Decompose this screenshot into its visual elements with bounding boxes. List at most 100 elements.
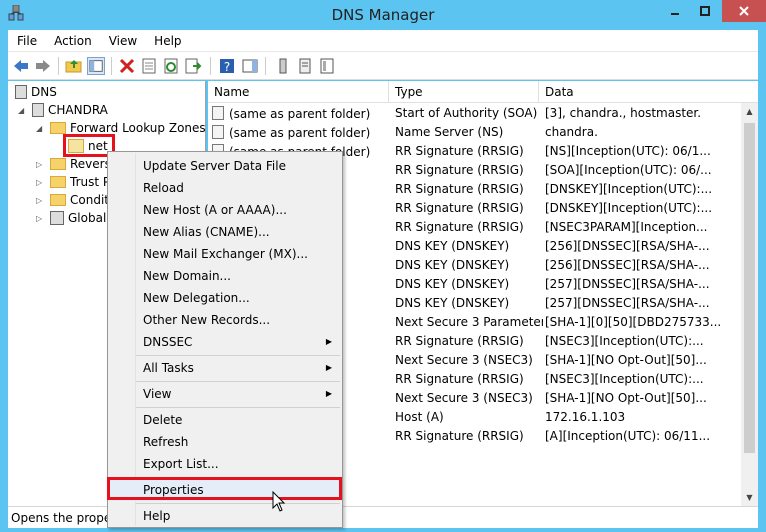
menu-item-other-new-records[interactable]: Other New Records... bbox=[109, 309, 341, 331]
table-row[interactable]: (same as parent folder) Name Server (NS) c… bbox=[208, 123, 758, 142]
record-name-cell: (same as parent folder) bbox=[212, 106, 390, 121]
record-type-cell: RR Signature (RRSIG) bbox=[395, 201, 543, 215]
menu-item-dnssec[interactable]: DNSSEC ▶ bbox=[109, 331, 341, 353]
server-icon bbox=[32, 103, 44, 117]
record-data: [257][DNSSEC][RSA/SHA-... bbox=[545, 277, 710, 291]
up-folder-icon[interactable] bbox=[65, 57, 83, 75]
record-data: [256][DNSSEC][RSA/SHA-... bbox=[545, 258, 710, 272]
tree-item-global-logs[interactable]: ▷ Global bbox=[36, 209, 106, 227]
dns-manager-window: DNS Manager File Action View Help ? DNS … bbox=[0, 0, 766, 532]
status-text: Opens the propert bbox=[11, 511, 121, 525]
tree-label-conditional: Condit bbox=[70, 193, 109, 207]
expand-arrow-icon[interactable]: ▷ bbox=[36, 214, 46, 223]
record-type: RR Signature (RRSIG) bbox=[395, 163, 524, 177]
menu-item-all-tasks[interactable]: All Tasks ▶ bbox=[109, 357, 341, 379]
record-data-cell: [DNSKEY][Inception(UTC):... bbox=[545, 182, 741, 196]
column-header-name[interactable]: Name bbox=[208, 81, 389, 103]
tree-item-conditional-forwarders[interactable]: ▷ Condit bbox=[36, 191, 109, 209]
refresh-icon[interactable] bbox=[162, 57, 180, 75]
record-name: (same as parent folder) bbox=[229, 126, 371, 140]
table-row[interactable]: (same as parent folder) Start of Authorit… bbox=[208, 104, 758, 123]
menu-item-export-list[interactable]: Export List... bbox=[109, 453, 341, 475]
tree-item-reverse-lookup-zones[interactable]: ▷ Revers bbox=[36, 155, 111, 173]
record-type-cell: RR Signature (RRSIG) bbox=[395, 144, 543, 158]
column-header-type[interactable]: Type bbox=[389, 81, 539, 103]
record-name-cell: (same as parent folder) bbox=[212, 125, 390, 140]
scroll-up-arrow-icon[interactable]: ▲ bbox=[741, 103, 758, 120]
record-data: [DNSKEY][Inception(UTC):... bbox=[545, 201, 713, 215]
menu-item-new-domain[interactable]: New Domain... bbox=[109, 265, 341, 287]
svg-text:?: ? bbox=[224, 60, 230, 74]
record-data-cell: chandra. bbox=[545, 125, 741, 139]
vertical-scrollbar[interactable]: ▲ ▼ bbox=[741, 103, 758, 506]
show-hide-console-tree-icon[interactable] bbox=[87, 57, 105, 75]
record-data-cell: 172.16.1.103 bbox=[545, 410, 741, 424]
record-data-cell: [NSEC3PARAM][Inception... bbox=[545, 220, 741, 234]
submenu-arrow-icon: ▶ bbox=[325, 389, 332, 398]
record-data: [NS][Inception(UTC): 06/1... bbox=[545, 144, 711, 158]
collapse-arrow-icon[interactable]: ◢ bbox=[36, 124, 46, 133]
delete-icon[interactable] bbox=[118, 57, 136, 75]
record-type-cell: RR Signature (RRSIG) bbox=[395, 372, 543, 386]
record-data: [257][DNSSEC][RSA/SHA-... bbox=[545, 296, 710, 310]
tree-item-chandra[interactable]: ◢ CHANDRA bbox=[18, 101, 108, 119]
folder-icon bbox=[50, 158, 66, 170]
menu-item-view[interactable]: View ▶ bbox=[109, 383, 341, 405]
show-hide-action-pane-icon[interactable] bbox=[241, 57, 259, 75]
record-type-cell: Name Server (NS) bbox=[395, 125, 543, 139]
tree-label-global: Global bbox=[68, 211, 107, 225]
menu-item-view-label: View bbox=[143, 387, 172, 401]
expand-arrow-icon[interactable]: ▷ bbox=[36, 196, 46, 205]
menu-view[interactable]: View bbox=[100, 30, 145, 48]
column-header-data[interactable]: Data bbox=[539, 81, 741, 103]
menu-item-new-delegation[interactable]: New Delegation... bbox=[109, 287, 341, 309]
record-list-icon[interactable] bbox=[296, 57, 314, 75]
server-icon[interactable] bbox=[274, 57, 292, 75]
tree-label-reverse: Revers bbox=[70, 157, 111, 171]
menu-item-refresh[interactable]: Refresh bbox=[109, 431, 341, 453]
record-data-cell: [SOA][Inception(UTC): 06/... bbox=[545, 163, 741, 177]
menu-item-help[interactable]: Help bbox=[109, 505, 341, 527]
record-data: [DNSKEY][Inception(UTC):... bbox=[545, 182, 713, 196]
menu-item-delete[interactable]: Delete bbox=[109, 409, 341, 431]
record-data: [SHA-1][NO Opt-Out][50]... bbox=[545, 353, 707, 367]
zone-records-icon[interactable] bbox=[318, 57, 336, 75]
tree-item-dns[interactable]: DNS bbox=[15, 83, 57, 101]
menu-file[interactable]: File bbox=[8, 30, 45, 48]
export-list-icon[interactable] bbox=[184, 57, 202, 75]
menu-item-update-server-data-file[interactable]: Update Server Data File bbox=[109, 155, 341, 177]
tree-item-forward-lookup-zones[interactable]: ◢ Forward Lookup Zones bbox=[36, 119, 205, 137]
record-type: RR Signature (RRSIG) bbox=[395, 201, 524, 215]
back-arrow-icon[interactable] bbox=[12, 57, 30, 75]
record-type: DNS KEY (DNSKEY) bbox=[395, 277, 510, 291]
dns-server-icon bbox=[15, 85, 27, 99]
menu-item-reload[interactable]: Reload bbox=[109, 177, 341, 199]
scroll-down-arrow-icon[interactable]: ▼ bbox=[741, 489, 758, 506]
scrollbar-thumb[interactable] bbox=[744, 123, 755, 453]
menu-item-new-mail-exchanger[interactable]: New Mail Exchanger (MX)... bbox=[109, 243, 341, 265]
record-data: 172.16.1.103 bbox=[545, 410, 626, 424]
tree-label-trust: Trust P bbox=[70, 175, 111, 189]
expand-arrow-icon[interactable]: ▷ bbox=[36, 160, 46, 169]
menu-item-new-host[interactable]: New Host (A or AAAA)... bbox=[109, 199, 341, 221]
record-type: Start of Authority (SOA) bbox=[395, 106, 538, 120]
maximize-icon bbox=[700, 6, 710, 16]
record-type: RR Signature (RRSIG) bbox=[395, 334, 524, 348]
record-data-cell: [256][DNSSEC][RSA/SHA-... bbox=[545, 239, 741, 253]
tree-item-trust-points[interactable]: ▷ Trust P bbox=[36, 173, 110, 191]
submenu-arrow-icon: ▶ bbox=[325, 337, 332, 346]
forward-arrow-icon[interactable] bbox=[34, 57, 52, 75]
record-type: RR Signature (RRSIG) bbox=[395, 372, 524, 386]
minimize-button[interactable] bbox=[660, 0, 690, 22]
menu-help[interactable]: Help bbox=[145, 30, 189, 48]
collapse-arrow-icon[interactable]: ◢ bbox=[18, 106, 28, 115]
highlight-properties bbox=[107, 477, 342, 500]
maximize-button[interactable] bbox=[690, 0, 720, 22]
properties-page-icon[interactable] bbox=[140, 57, 158, 75]
folder-icon bbox=[50, 122, 66, 134]
close-button[interactable] bbox=[722, 0, 766, 22]
expand-arrow-icon[interactable]: ▷ bbox=[36, 178, 46, 187]
help-icon[interactable]: ? bbox=[218, 57, 236, 75]
menu-item-new-alias[interactable]: New Alias (CNAME)... bbox=[109, 221, 341, 243]
menu-action[interactable]: Action bbox=[45, 30, 100, 48]
